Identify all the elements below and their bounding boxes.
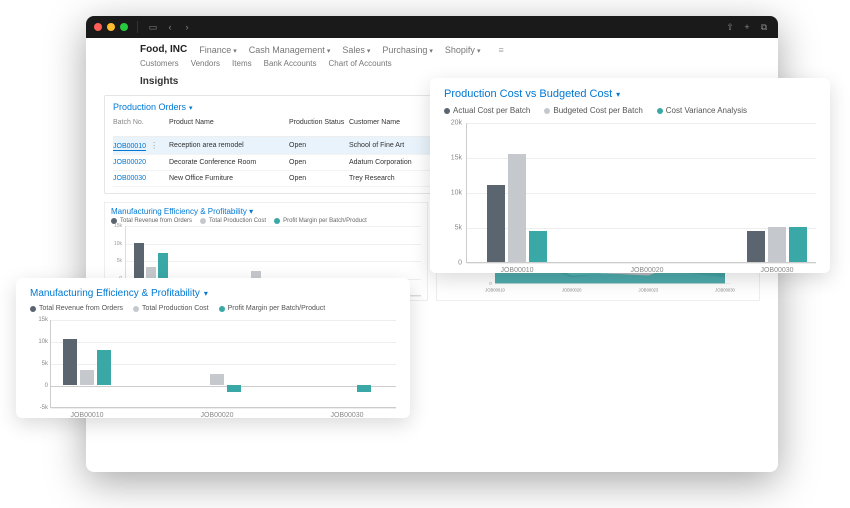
x-axis-label: JOB00030: [330, 412, 363, 419]
x-axis-label: JOB00030: [715, 288, 735, 293]
cell-customer: Trey Research: [349, 175, 439, 182]
card-production-cost-chart: 05k10k15k20kJOB00010JOB00020JOB00030: [466, 123, 816, 263]
bar: [357, 385, 371, 392]
bar-group: [487, 154, 547, 263]
brand-name: Food, INC: [140, 44, 187, 55]
nav-shopify[interactable]: Shopify▾: [445, 45, 481, 55]
cell-customer: School of Fine Art: [349, 142, 439, 149]
bar-group: [747, 227, 807, 262]
bar: [789, 227, 807, 262]
forward-icon[interactable]: ›: [181, 21, 193, 33]
row-menu-icon[interactable]: ⋮: [150, 141, 157, 150]
bar: [210, 374, 224, 385]
cell-product: Reception area remodel: [169, 142, 289, 149]
cell-customer: Adatum Corporation: [349, 159, 439, 166]
batch-link[interactable]: JOB00010: [113, 143, 146, 151]
tabs-icon[interactable]: ⧉: [758, 21, 770, 33]
back-left-legend: Total Revenue from Orders Total Producti…: [111, 218, 421, 224]
close-traffic-light[interactable]: [94, 23, 102, 31]
back-icon[interactable]: ‹: [164, 21, 176, 33]
bar: [134, 243, 144, 278]
bar: [227, 385, 241, 392]
bar: [158, 253, 168, 278]
bar: [747, 231, 765, 263]
batch-link[interactable]: JOB00020: [113, 159, 146, 166]
svg-text:0: 0: [489, 281, 492, 286]
x-axis-label: JOB00010: [70, 412, 103, 419]
x-axis-label: JOB00010: [500, 267, 533, 274]
sidebar-icon[interactable]: ▭: [147, 21, 159, 33]
top-nav: Food, INC Finance▾ Cash Management▾ Sale…: [86, 38, 778, 68]
bar: [768, 227, 786, 262]
batch-link[interactable]: JOB00030: [113, 175, 146, 182]
x-axis-label: JOB00023: [639, 288, 659, 293]
th-product[interactable]: Product Name: [169, 119, 289, 133]
bar: [97, 350, 111, 385]
cell-status: Open: [289, 142, 349, 149]
nav-cash-management[interactable]: Cash Management▾: [249, 45, 331, 55]
card-production-cost: Production Cost vs Budgeted Cost▾ Actual…: [430, 78, 830, 273]
x-axis-label: JOB00020: [630, 267, 663, 274]
bar: [508, 154, 526, 263]
cell-status: Open: [289, 159, 349, 166]
minimize-traffic-light[interactable]: [107, 23, 115, 31]
subnav-chart-of-accounts[interactable]: Chart of Accounts: [329, 59, 392, 68]
add-tab-icon[interactable]: +: [741, 21, 753, 33]
card-efficiency-title[interactable]: Manufacturing Efficiency & Profitability…: [30, 288, 396, 299]
x-axis-label: JOB00020: [562, 288, 582, 293]
th-customer[interactable]: Customer Name: [349, 119, 439, 133]
th-status[interactable]: Production Status: [289, 119, 349, 133]
bar-group: [193, 396, 241, 407]
fullscreen-traffic-light[interactable]: [120, 23, 128, 31]
subnav-bank-accounts[interactable]: Bank Accounts: [264, 59, 317, 68]
cell-status: Open: [289, 175, 349, 182]
nav-purchasing[interactable]: Purchasing▾: [382, 45, 433, 55]
x-axis-label: JOB00030: [760, 267, 793, 274]
card-production-cost-title[interactable]: Production Cost vs Budgeted Cost▾: [444, 88, 816, 100]
x-axis-label: JOB00010: [485, 288, 505, 293]
bar: [529, 231, 547, 263]
subnav-vendors[interactable]: Vendors: [191, 59, 220, 68]
bar: [146, 267, 156, 278]
card-production-cost-legend: Actual Cost per Batch Budgeted Cost per …: [444, 106, 816, 115]
nav-sales[interactable]: Sales▾: [342, 45, 370, 55]
nav-finance[interactable]: Finance▾: [199, 45, 237, 55]
bar: [487, 185, 505, 262]
bar: [63, 339, 77, 385]
share-icon[interactable]: ⇧: [724, 21, 736, 33]
subnav-customers[interactable]: Customers: [140, 59, 179, 68]
back-left-title[interactable]: Manufacturing Efficiency & Profitability…: [111, 207, 421, 216]
bar: [251, 271, 261, 278]
card-efficiency-chart: -5k05k10k15kJOB00010JOB00020JOB00030: [50, 320, 396, 408]
more-icon[interactable]: ≡: [498, 45, 503, 55]
subnav-items[interactable]: Items: [232, 59, 252, 68]
card-efficiency: Manufacturing Efficiency & Profitability…: [16, 278, 410, 418]
th-batch[interactable]: Batch No.: [113, 119, 169, 133]
x-axis-label: JOB00020: [200, 412, 233, 419]
bar-group: [323, 400, 371, 407]
cell-product: New Office Furniture: [169, 175, 289, 182]
card-efficiency-legend: Total Revenue from Orders Total Producti…: [30, 305, 396, 312]
bar-group: [63, 361, 111, 407]
window-titlebar: ▭ ‹ › ⇧ + ⧉: [86, 16, 778, 38]
bar: [80, 370, 94, 385]
cell-product: Decorate Conference Room: [169, 159, 289, 166]
